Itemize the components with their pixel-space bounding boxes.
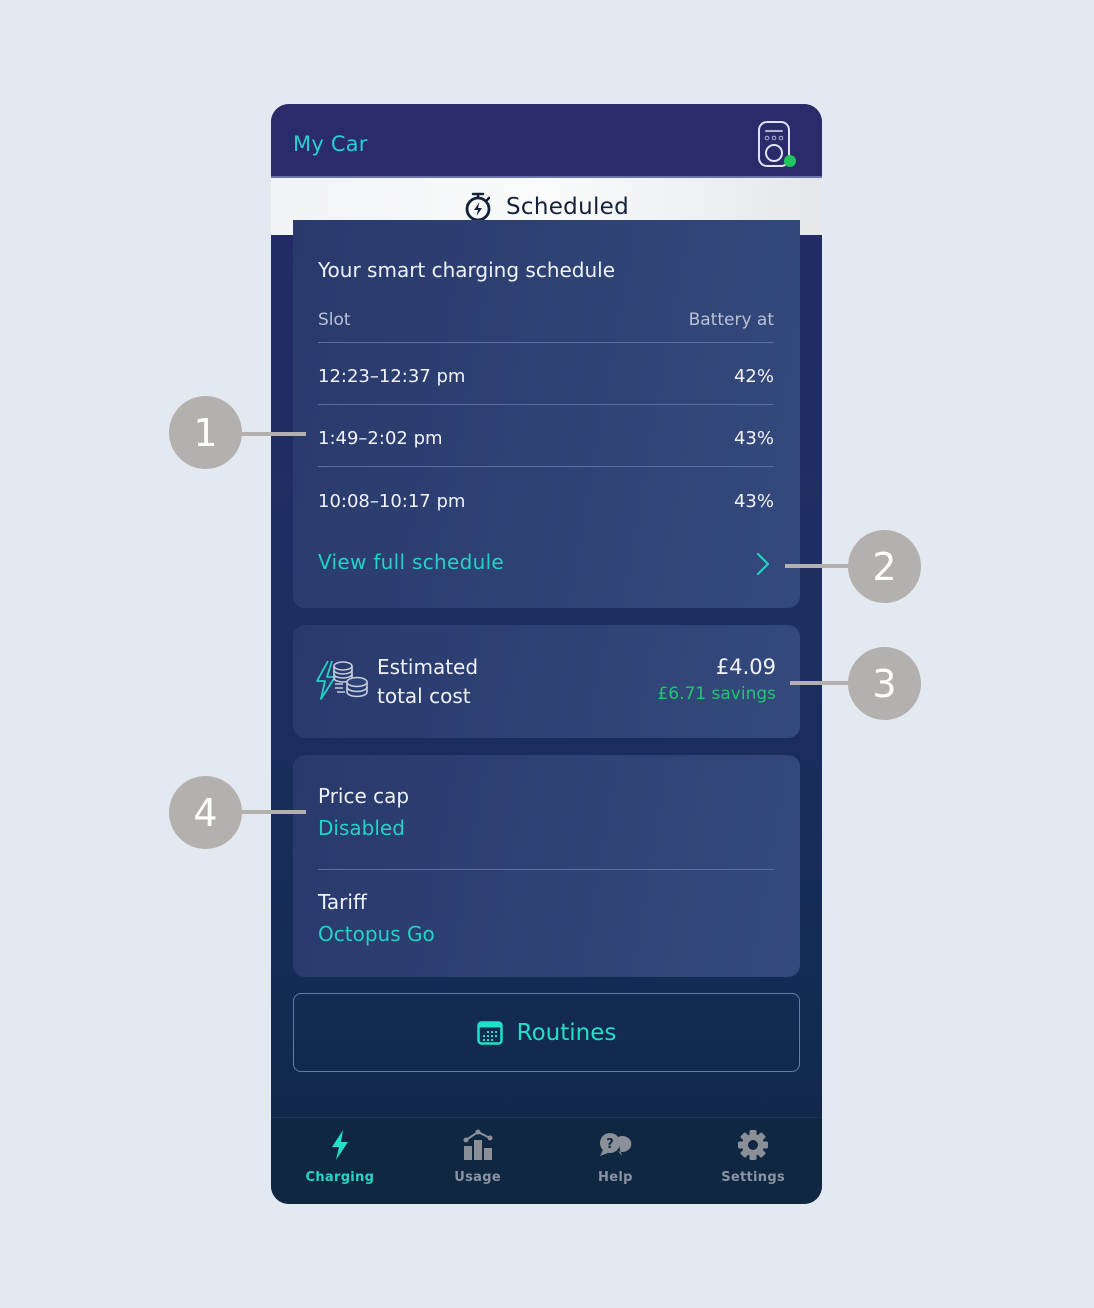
chevron-right-icon[interactable] xyxy=(756,552,770,576)
lightning-icon xyxy=(331,1130,348,1160)
routines-label: Routines xyxy=(516,1019,617,1046)
schedule-title: Your smart charging schedule xyxy=(318,258,616,282)
slot-time: 10:08–10:17 pm xyxy=(318,491,466,512)
top-bar: My Car xyxy=(271,104,822,176)
nav-item-help[interactable]: ? Help xyxy=(547,1118,685,1204)
cost-label: Estimated total cost xyxy=(377,653,478,711)
divider xyxy=(318,404,774,405)
stopwatch-bolt-icon xyxy=(465,192,491,221)
nav-item-charging[interactable]: Charging xyxy=(271,1118,409,1204)
gear-icon xyxy=(738,1130,769,1160)
app-screen: My Car Scheduled Your smart charging sch… xyxy=(271,104,822,1204)
page-title: My Car xyxy=(293,132,368,156)
settings-card: Price cap Disabled Tariff Octopus Go xyxy=(293,755,800,977)
bottom-nav: Charging Usage ? Help Settings xyxy=(271,1117,822,1204)
tariff-label: Tariff xyxy=(318,890,367,914)
coins-bolt-icon xyxy=(316,660,368,700)
nav-label: Settings xyxy=(721,1170,785,1185)
callout-line-3 xyxy=(790,681,853,685)
status-label: Scheduled xyxy=(506,193,629,220)
cost-label-line1: Estimated xyxy=(377,655,479,679)
tariff-value[interactable]: Octopus Go xyxy=(318,922,435,946)
help-chat-icon: ? xyxy=(600,1133,632,1156)
savings-value: £6.71 savings xyxy=(657,684,776,704)
cost-label-line2: total cost xyxy=(377,684,471,708)
nav-label: Help xyxy=(598,1170,633,1185)
cost-value: £4.09 xyxy=(715,655,776,679)
nav-item-settings[interactable]: Settings xyxy=(684,1118,822,1204)
battery-level: 43% xyxy=(733,428,774,449)
price-cap-value[interactable]: Disabled xyxy=(318,816,405,840)
column-header-battery: Battery at xyxy=(688,310,774,330)
charger-icon[interactable] xyxy=(757,120,797,170)
nav-label: Charging xyxy=(305,1170,375,1185)
column-header-slot: Slot xyxy=(318,310,351,330)
battery-level: 42% xyxy=(733,366,774,387)
routines-button[interactable]: Routines xyxy=(293,993,800,1072)
price-cap-label: Price cap xyxy=(318,784,410,808)
battery-level: 43% xyxy=(733,491,774,512)
divider xyxy=(318,342,774,343)
slot-time: 1:49–2:02 pm xyxy=(318,428,443,449)
nav-label: Usage xyxy=(454,1170,501,1185)
divider xyxy=(318,466,774,467)
usage-chart-icon xyxy=(463,1129,493,1160)
callout-badge-2: 2 xyxy=(848,530,921,603)
view-full-schedule-link[interactable]: View full schedule xyxy=(318,550,504,574)
schedule-card: Your smart charging schedule Slot Batter… xyxy=(293,220,800,608)
slot-time: 12:23–12:37 pm xyxy=(318,366,466,387)
callout-line-2 xyxy=(785,564,853,568)
cost-card: Estimated total cost £4.09 £6.71 savings xyxy=(293,625,800,738)
callout-line-1 xyxy=(238,432,306,436)
callout-badge-1: 1 xyxy=(169,396,242,469)
divider xyxy=(318,869,774,870)
charger-status-dot xyxy=(784,155,796,167)
callout-badge-3: 3 xyxy=(848,647,921,720)
calendar-icon xyxy=(476,1020,503,1045)
nav-item-usage[interactable]: Usage xyxy=(409,1118,547,1204)
svg-text:?: ? xyxy=(607,1137,615,1152)
callout-badge-4: 4 xyxy=(169,776,242,849)
callout-line-4 xyxy=(238,810,306,814)
